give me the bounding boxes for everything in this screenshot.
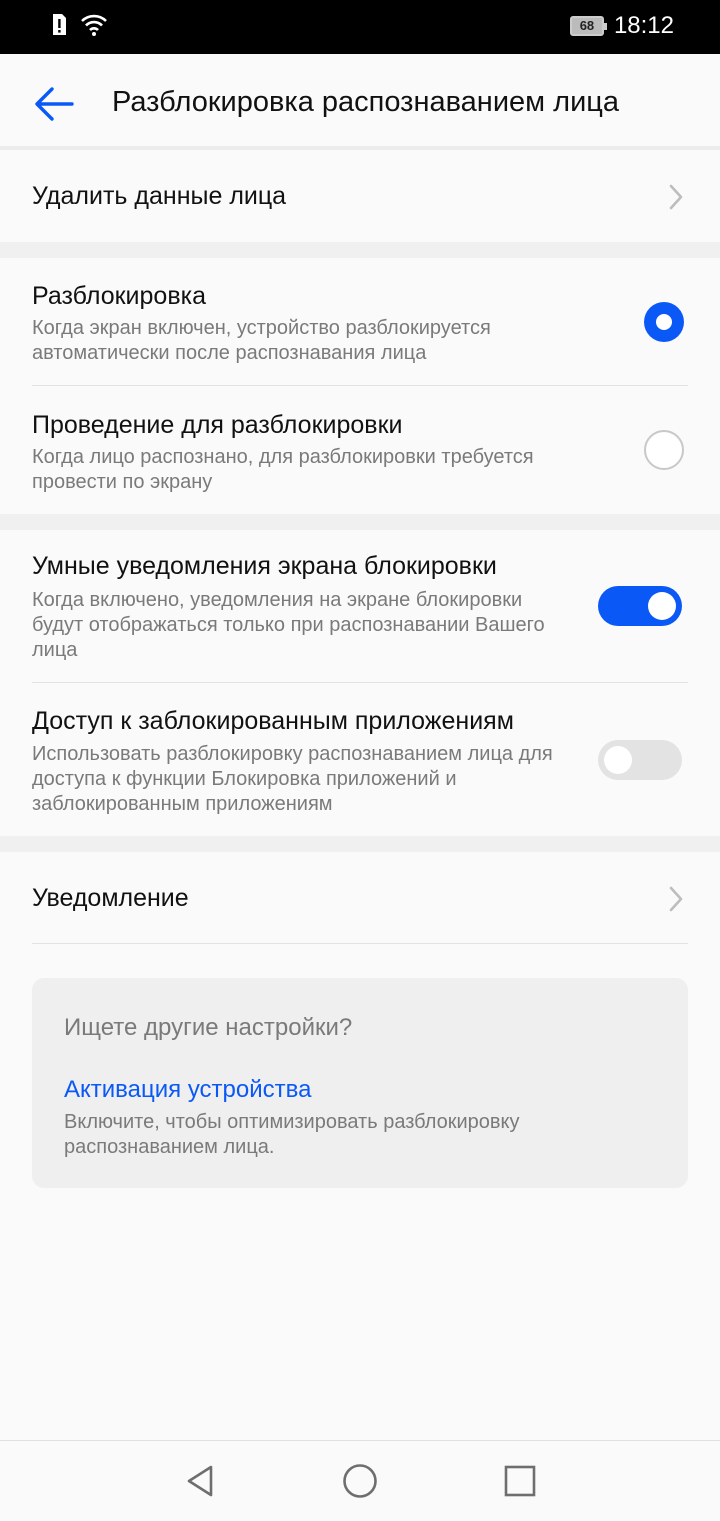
smart-notifications-toggle[interactable] (598, 586, 682, 626)
suggestions-card: Ищете другие настройки? Активация устрой… (32, 978, 688, 1188)
toggle-knob (604, 746, 632, 774)
unlock-mode-section: Разблокировка Когда экран включен, устро… (0, 258, 720, 514)
alert-sim-icon (53, 14, 66, 35)
section-gap (0, 514, 720, 530)
suggestions-question: Ищете другие настройки? (64, 1014, 353, 1041)
smart-notifications-title: Умные уведомления экрана блокировки (32, 552, 497, 580)
row-divider (32, 385, 688, 386)
smart-notifications-subtitle: Когда включено, уведомления на экране бл… (32, 589, 545, 661)
unlock-option-title: Разблокировка (32, 282, 206, 310)
app-bar: Разблокировка распознаванием лица (0, 54, 720, 147)
navigation-bar (0, 1440, 720, 1521)
wifi-icon (81, 14, 107, 36)
recents-square-icon[interactable] (503, 1464, 537, 1498)
section-gap (0, 836, 720, 852)
status-bar: 68 18:12 (0, 0, 720, 54)
row-divider (32, 682, 688, 683)
toggles-section: Умные уведомления экрана блокировки Когд… (0, 530, 720, 836)
arrow-left-icon[interactable] (32, 82, 76, 126)
locked-apps-title: Доступ к заблокированным приложениям (32, 707, 514, 735)
home-circle-icon[interactable] (341, 1462, 379, 1500)
unlock-option-subtitle: Когда экран включен, устройство разблоки… (32, 317, 491, 364)
notification-row[interactable]: Уведомление (0, 852, 720, 944)
delete-face-row[interactable]: Удалить данные лица (0, 150, 720, 242)
battery-icon: 68 (569, 16, 607, 36)
locked-apps-subtitle: Использовать разблокировку распознавание… (32, 743, 553, 815)
suggestions-description: Включите, чтобы оптимизировать разблокир… (64, 1111, 520, 1158)
status-icons-left (50, 13, 108, 37)
chevron-right-icon (669, 184, 683, 210)
unlock-radio-button[interactable] (644, 302, 684, 342)
toggle-knob (648, 592, 676, 620)
delete-face-label: Удалить данные лица (32, 182, 287, 210)
swipe-unlock-title: Проведение для разблокировки (32, 411, 403, 439)
notification-label: Уведомление (32, 884, 189, 912)
chevron-right-icon (669, 886, 683, 912)
back-triangle-icon[interactable] (183, 1463, 219, 1499)
row-divider (32, 943, 688, 944)
status-icons-right: 68 18:12 (569, 12, 674, 40)
swipe-unlock-radio-button[interactable] (644, 430, 684, 470)
section-gap (0, 242, 720, 258)
device-activation-link[interactable]: Активация устройства (64, 1076, 311, 1104)
status-time: 18:12 (613, 12, 674, 39)
locked-apps-toggle[interactable] (598, 740, 682, 780)
page-title: Разблокировка распознаванием лица (112, 86, 620, 118)
swipe-unlock-subtitle: Когда лицо распознано, для разблокировки… (32, 446, 534, 493)
